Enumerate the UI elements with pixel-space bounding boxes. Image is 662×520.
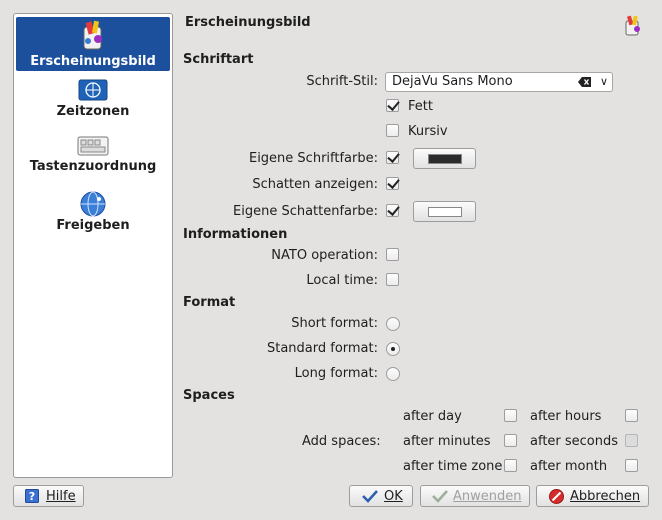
italic-checkbox[interactable] [386,124,399,137]
shadow-color-swatch [428,207,462,217]
page-title: Erscheinungsbild [185,15,311,30]
italic-label: Kursiv [408,124,448,139]
section-spaces: Spaces [183,388,235,403]
cancel-icon [549,489,564,504]
ok-button[interactable]: OK [349,485,413,507]
paint-icon [625,15,640,36]
apply-button[interactable]: Anwenden [420,485,530,507]
checkmark-icon [362,490,378,503]
help-icon: ? [25,489,39,503]
cancel-label: Abbrechen [570,489,641,504]
sidebar-item-label: Tastenzuordnung [29,159,157,174]
font-color-swatch [428,154,462,164]
after-day-label: after day [403,409,462,424]
font-style-combo[interactable]: DejaVu Sans Mono ∨ [385,72,613,92]
ok-label: OK [384,489,403,504]
after-seconds-label: after seconds [530,434,619,449]
globe-flag-icon [78,79,108,101]
after-minutes-label: after minutes [403,434,491,449]
own-shadow-color-checkbox[interactable] [386,204,399,217]
sidebar-item-zeitzonen[interactable]: Zeitzonen [16,78,170,126]
font-color-button[interactable] [413,148,476,169]
after-hours-label: after hours [530,409,602,424]
cancel-button[interactable]: Abbrechen [536,485,649,507]
local-time-label: Local time: [306,273,378,288]
section-format: Format [183,295,236,310]
sidebar-item-label: Freigeben [56,218,130,233]
keyboard-icon [77,136,109,156]
own-font-color-label: Eigene Schriftfarbe: [248,151,378,166]
checkmark-icon [432,490,448,503]
sidebar-item-freigeben[interactable]: Freigeben [16,190,170,240]
long-format-radio[interactable] [386,367,400,381]
after-seconds-checkbox[interactable] [625,434,638,447]
help-button[interactable]: ? Hilfe [13,485,84,507]
local-time-checkbox[interactable] [386,273,399,286]
after-month-checkbox[interactable] [625,459,638,472]
short-format-radio[interactable] [386,317,400,331]
sidebar-item-erscheinungsbild[interactable]: Erscheinungsbild [16,17,170,71]
bold-checkbox[interactable] [386,99,399,112]
chevron-down-icon[interactable]: ∨ [600,75,608,88]
sidebar-item-label: Erscheinungsbild [30,54,156,69]
own-shadow-color-label: Eigene Schattenfarbe: [233,204,378,219]
paint-icon [83,20,102,50]
after-day-checkbox[interactable] [504,409,517,422]
section-informationen: Informationen [183,227,288,242]
show-shadow-label: Schatten anzeigen: [252,177,378,192]
show-shadow-checkbox[interactable] [386,177,399,190]
network-globe-icon [80,191,106,217]
section-schriftart: Schriftart [183,52,254,67]
after-hours-checkbox[interactable] [625,409,638,422]
clear-icon[interactable] [578,76,592,88]
shadow-color-button[interactable] [413,201,476,222]
after-time-zone-label: after time zone [403,459,503,474]
sidebar-item-tastenzuordnung[interactable]: Tastenzuordnung [16,135,170,183]
font-style-value: DejaVu Sans Mono [392,74,513,89]
font-style-label: Schrift-Stil: [306,74,378,89]
help-label: Hilfe [46,489,76,504]
apply-label: Anwenden [453,489,522,504]
own-font-color-checkbox[interactable] [386,151,399,164]
short-format-label: Short format: [291,316,378,331]
nato-operation-checkbox[interactable] [386,248,399,261]
standard-format-label: Standard format: [266,341,378,356]
after-time-zone-checkbox[interactable] [504,459,517,472]
sidebar: Erscheinungsbild Zeitzonen Tastenzuordnu… [13,13,173,478]
standard-format-radio[interactable] [386,342,400,356]
svg-text:?: ? [29,490,35,503]
after-month-label: after month [530,459,608,474]
nato-operation-label: NATO operation: [271,248,378,263]
sidebar-item-label: Zeitzonen [56,104,130,119]
bold-label: Fett [408,99,433,114]
after-minutes-checkbox[interactable] [504,434,517,447]
long-format-label: Long format: [294,366,378,381]
add-spaces-label: Add spaces: [302,434,381,449]
